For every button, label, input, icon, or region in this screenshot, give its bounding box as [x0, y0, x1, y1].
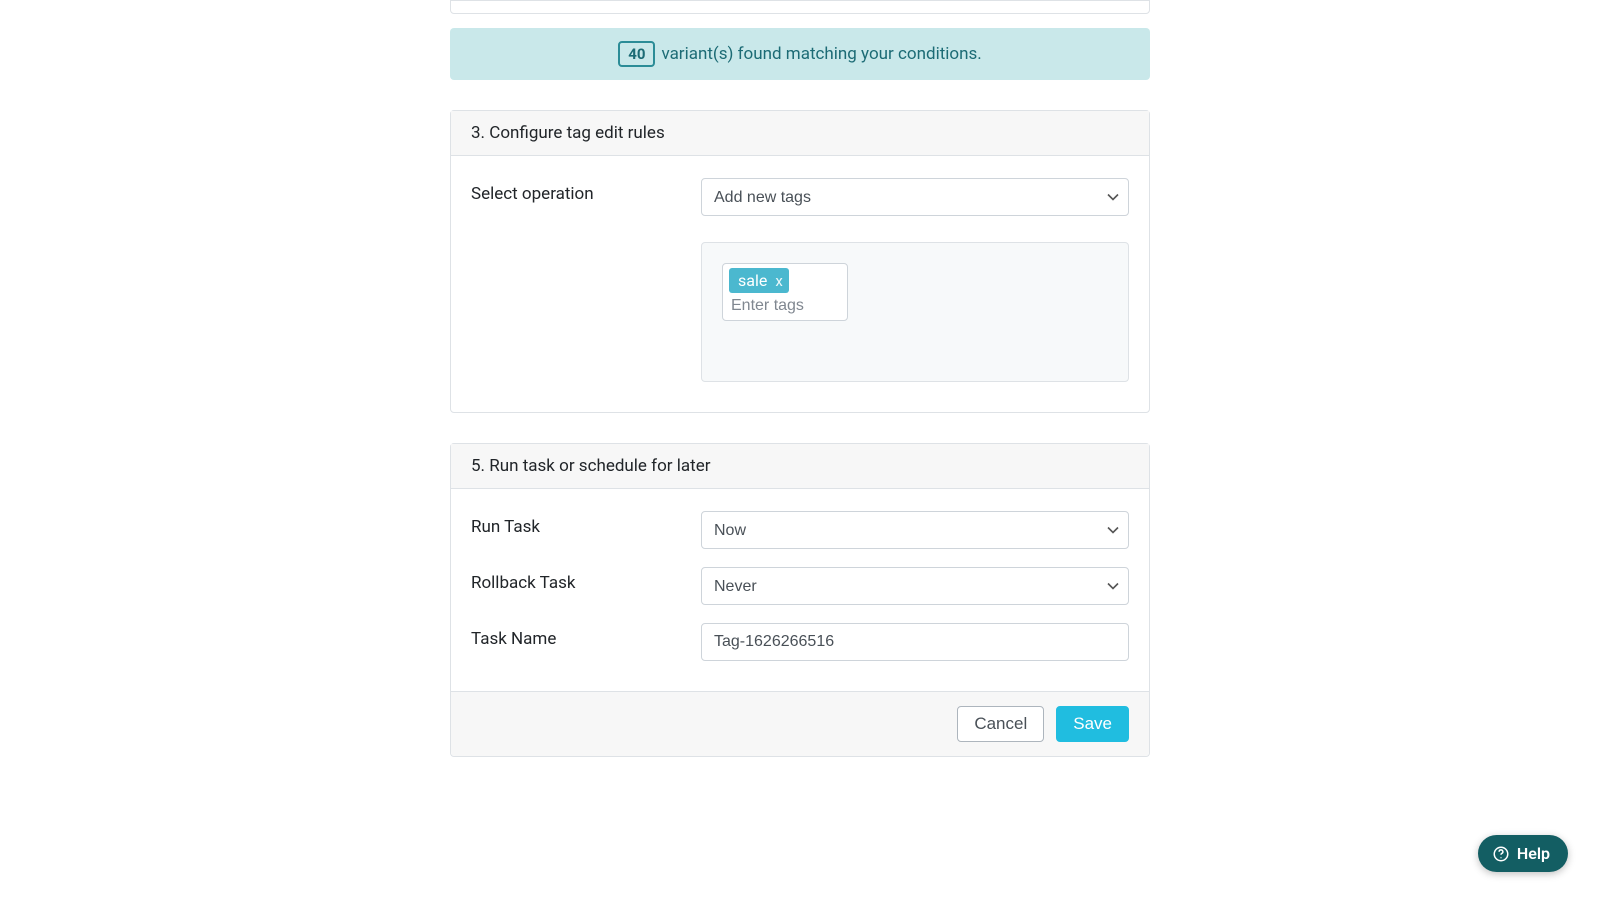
task-name-input[interactable]: [701, 623, 1129, 661]
rollback-task-label: Rollback Task: [471, 567, 701, 593]
tag-chip-sale: sale x: [729, 268, 789, 293]
variant-count-badge: 40: [618, 41, 655, 67]
help-icon: [1492, 845, 1510, 863]
help-label: Help: [1517, 844, 1550, 863]
tags-area: sale x: [701, 242, 1129, 382]
tags-input-box[interactable]: sale x: [722, 263, 848, 321]
run-task-heading: 5. Run task or schedule for later: [451, 444, 1149, 489]
tag-chip-label: sale: [738, 271, 767, 290]
save-button[interactable]: Save: [1056, 706, 1129, 742]
tags-text-input[interactable]: [729, 295, 829, 318]
configure-tag-rules-heading: 3. Configure tag edit rules: [451, 111, 1149, 156]
task-name-label: Task Name: [471, 623, 701, 649]
run-task-dropdown[interactable]: Now: [701, 511, 1129, 549]
configure-tag-rules-panel: 3. Configure tag edit rules Select opera…: [450, 110, 1150, 413]
panel-footer: Cancel Save: [451, 691, 1149, 756]
help-widget[interactable]: Help: [1478, 835, 1568, 872]
variant-count-message: variant(s) found matching your condition…: [661, 44, 981, 64]
run-task-label: Run Task: [471, 511, 701, 537]
variants-found-alert: 40 variant(s) found matching your condit…: [450, 28, 1150, 80]
previous-panel-stub: [450, 0, 1150, 14]
run-task-panel: 5. Run task or schedule for later Run Ta…: [450, 443, 1150, 757]
select-operation-dropdown[interactable]: Add new tags: [701, 178, 1129, 216]
select-operation-label: Select operation: [471, 178, 701, 204]
rollback-task-dropdown[interactable]: Never: [701, 567, 1129, 605]
cancel-button[interactable]: Cancel: [957, 706, 1044, 742]
remove-tag-icon[interactable]: x: [775, 272, 782, 290]
